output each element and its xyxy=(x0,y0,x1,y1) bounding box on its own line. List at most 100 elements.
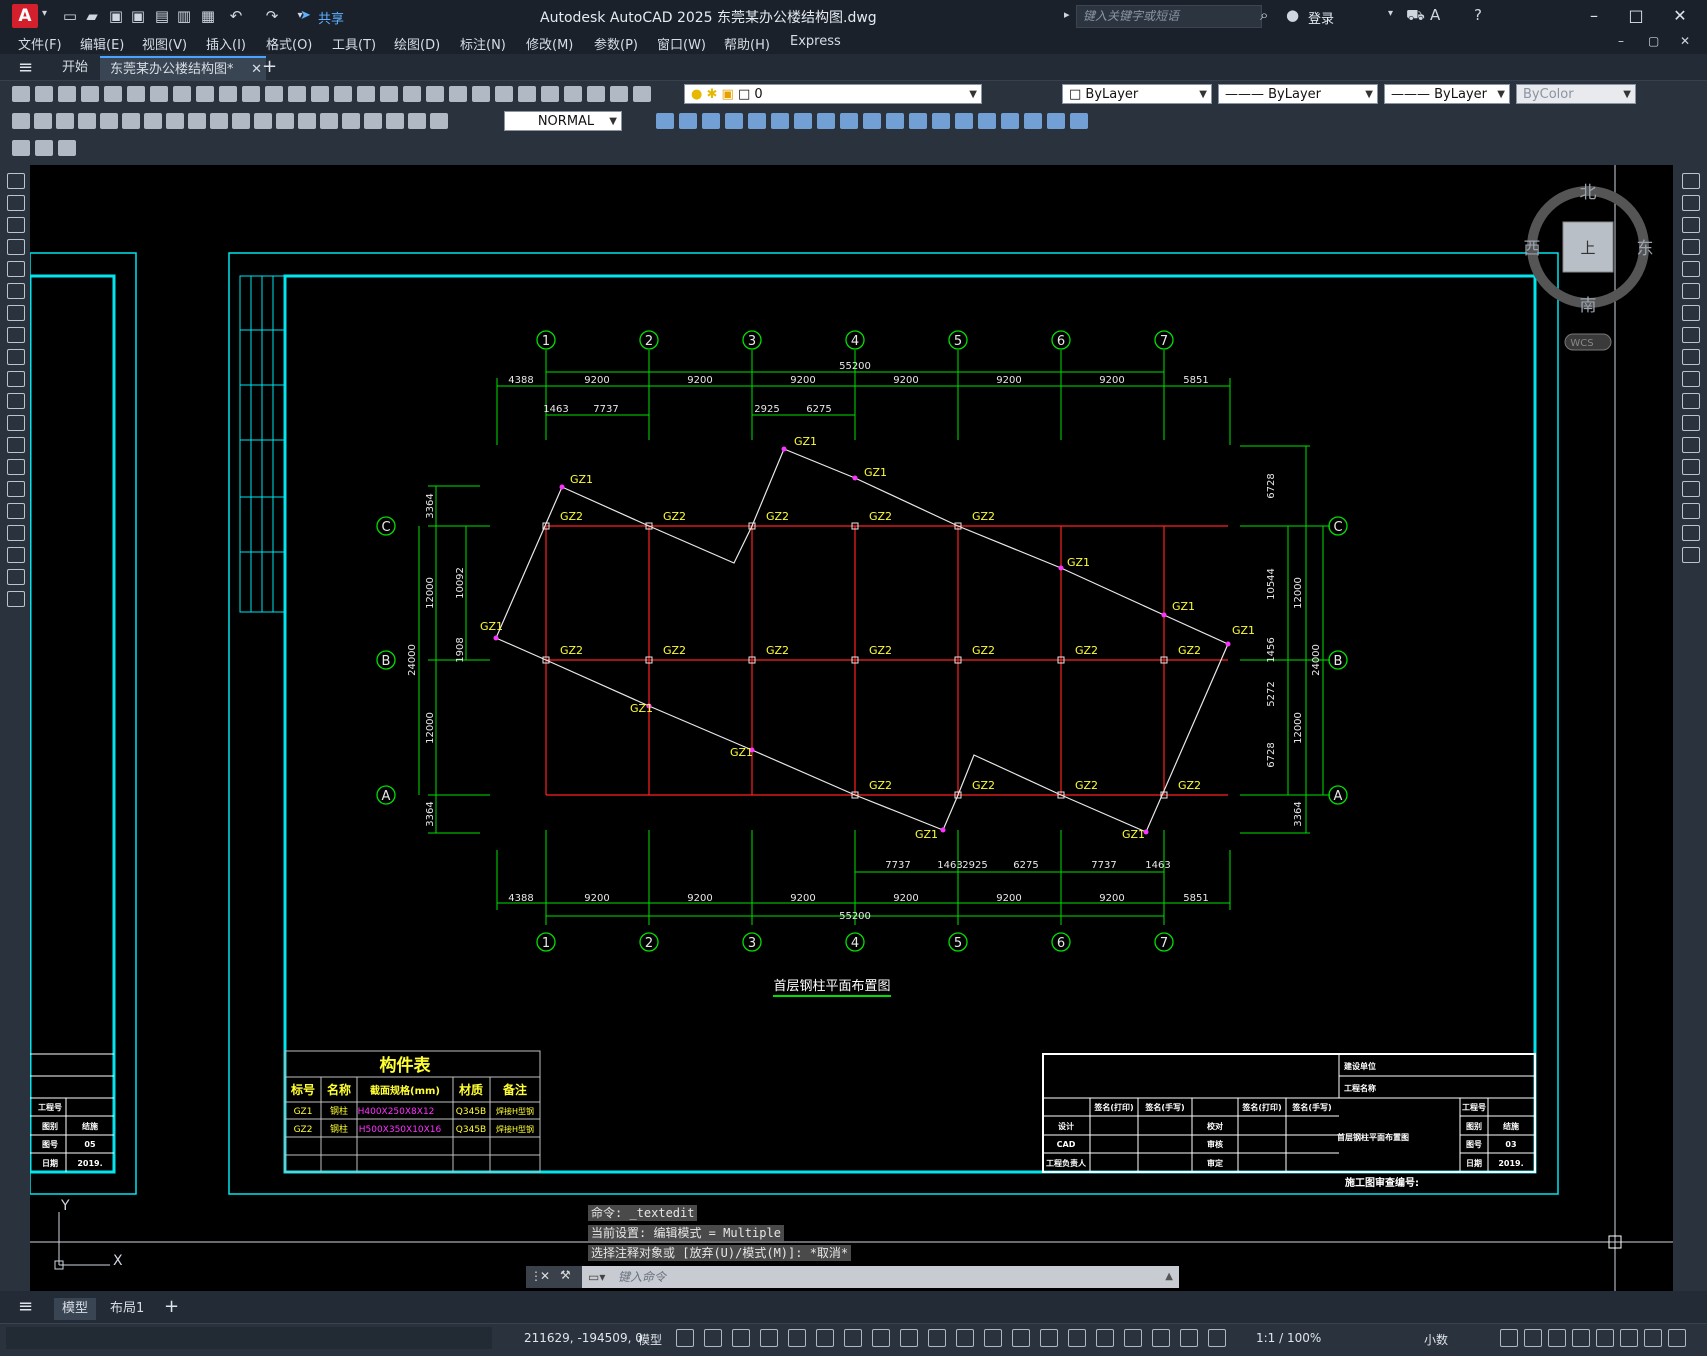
side-tool-icon[interactable] xyxy=(1682,305,1700,321)
status-toggle-icon[interactable] xyxy=(788,1329,806,1347)
toolbar-tool-icon[interactable] xyxy=(364,113,382,129)
toolbar-tool-icon[interactable] xyxy=(144,113,162,129)
side-tool-icon[interactable] xyxy=(7,569,25,585)
toolbar-tool-icon[interactable] xyxy=(210,113,228,129)
menu-dimension[interactable]: 标注(N) xyxy=(460,34,506,53)
side-tool-icon[interactable] xyxy=(7,371,25,387)
doc-restore-icon[interactable]: ▢ xyxy=(1648,34,1659,48)
toolbar-tool-icon[interactable] xyxy=(342,113,360,129)
toolbar-tool-icon[interactable] xyxy=(978,113,996,129)
save-icon[interactable]: ▣ xyxy=(106,6,126,26)
menu-format[interactable]: 格式(O) xyxy=(266,34,312,53)
toolbar-tool-icon[interactable] xyxy=(656,113,674,129)
share-arrow-icon[interactable]: ➤ xyxy=(300,8,311,23)
menu-express[interactable]: Express xyxy=(790,34,841,49)
side-tool-icon[interactable] xyxy=(1682,547,1700,563)
side-tool-icon[interactable] xyxy=(1682,261,1700,277)
model-space-button[interactable]: 模型 xyxy=(638,1331,662,1348)
toolbar-tool-icon[interactable] xyxy=(587,86,605,102)
status-toggle-icon[interactable] xyxy=(1152,1329,1170,1347)
toolbar-tool-icon[interactable] xyxy=(932,113,950,129)
toolbar-tool-icon[interactable] xyxy=(564,86,582,102)
toolbar-tool-icon[interactable] xyxy=(702,113,720,129)
side-tool-icon[interactable] xyxy=(7,173,25,189)
login-dropdown-icon[interactable]: ▾ xyxy=(1388,8,1393,19)
coordinates-readout[interactable]: 211629, -194509, 0 xyxy=(524,1331,643,1345)
toolbar-tool-icon[interactable] xyxy=(679,113,697,129)
toolbar-tool-icon[interactable] xyxy=(100,113,118,129)
toolbar-tool-icon[interactable] xyxy=(254,113,272,129)
toolbar-tool-icon[interactable] xyxy=(150,86,168,102)
side-tool-icon[interactable] xyxy=(7,305,25,321)
new-file-icon[interactable]: ▭ xyxy=(60,6,80,26)
tab-drawing[interactable]: 东莞某办公楼结构图* ✕ xyxy=(100,56,266,82)
toolbar-tool-icon[interactable] xyxy=(403,86,421,102)
side-tool-icon[interactable] xyxy=(7,261,25,277)
command-input[interactable]: ▭▾ 键入命令 ▲ xyxy=(582,1266,1179,1288)
side-tool-icon[interactable] xyxy=(1682,525,1700,541)
toolbar-tool-icon[interactable] xyxy=(794,113,812,129)
toolbar-tool-icon[interactable] xyxy=(771,113,789,129)
toolbar-tool-icon[interactable] xyxy=(166,113,184,129)
toolbar-tool-icon[interactable] xyxy=(12,86,30,102)
toolbar-tool-icon[interactable] xyxy=(265,86,283,102)
toolbar-tool-icon[interactable] xyxy=(472,86,490,102)
status-toggle-icon[interactable] xyxy=(732,1329,750,1347)
toolbar-tool-icon[interactable] xyxy=(386,113,404,129)
viewcube-west[interactable]: 西 xyxy=(1524,239,1541,259)
toolbar-tool-icon[interactable] xyxy=(817,113,835,129)
toolbar-tool-icon[interactable] xyxy=(173,86,191,102)
toolbar-tool-icon[interactable] xyxy=(449,86,467,102)
add-layout-icon[interactable]: + xyxy=(164,1296,179,1317)
units-dropdown[interactable]: 小数 xyxy=(1424,1331,1448,1348)
status-toggle-icon[interactable] xyxy=(900,1329,918,1347)
toolbar-tool-icon[interactable] xyxy=(35,140,53,156)
side-tool-icon[interactable] xyxy=(1682,173,1700,189)
wrench-icon[interactable]: ⚒ xyxy=(560,1268,571,1282)
toolbar-tool-icon[interactable] xyxy=(426,86,444,102)
toolbar-tool-icon[interactable] xyxy=(311,86,329,102)
save-as-icon[interactable]: ▣ xyxy=(128,6,148,26)
toolbar-tool-icon[interactable] xyxy=(58,140,76,156)
toolbar-tool-icon[interactable] xyxy=(298,113,316,129)
side-tool-icon[interactable] xyxy=(7,327,25,343)
color-dropdown[interactable]: □ ByLayer ▼ xyxy=(1062,84,1212,104)
status-toggle-icon[interactable] xyxy=(984,1329,1002,1347)
toolbar-tool-icon[interactable] xyxy=(430,113,448,129)
toolbar-tool-icon[interactable] xyxy=(81,86,99,102)
side-tool-icon[interactable] xyxy=(7,349,25,365)
viewcube-north[interactable]: 北 xyxy=(1580,183,1597,203)
menu-modify[interactable]: 修改(M) xyxy=(526,34,573,53)
chevron-up-icon[interactable]: ▲ xyxy=(1165,1266,1173,1288)
menu-tools[interactable]: 工具(T) xyxy=(332,34,376,53)
side-tool-icon[interactable] xyxy=(1682,239,1700,255)
toolbar-tool-icon[interactable] xyxy=(748,113,766,129)
toolbar-tool-icon[interactable] xyxy=(232,113,250,129)
toolbar-tool-icon[interactable] xyxy=(104,86,122,102)
hamburger-menu-icon[interactable]: ≡ xyxy=(18,57,33,78)
toolbar-tool-icon[interactable] xyxy=(840,113,858,129)
new-tab-icon[interactable]: + xyxy=(262,56,277,77)
chevron-right-icon[interactable]: ▸ xyxy=(1064,8,1070,21)
side-tool-icon[interactable] xyxy=(1682,481,1700,497)
toolbar-tool-icon[interactable] xyxy=(242,86,260,102)
minimize-icon[interactable]: – xyxy=(1576,4,1612,28)
toolbar-tool-icon[interactable] xyxy=(495,86,513,102)
autodesk-app-icon[interactable]: A xyxy=(1430,6,1440,24)
app-menu-arrow-icon[interactable]: ▾ xyxy=(42,8,47,19)
side-tool-icon[interactable] xyxy=(7,195,25,211)
toolbar-tool-icon[interactable] xyxy=(541,86,559,102)
status-toggle-icon[interactable] xyxy=(1068,1329,1086,1347)
undo-icon[interactable]: ↶ xyxy=(226,6,246,26)
side-tool-icon[interactable] xyxy=(1682,283,1700,299)
side-tool-icon[interactable] xyxy=(1682,349,1700,365)
status-toggle-icon[interactable] xyxy=(1040,1329,1058,1347)
toolbar-tool-icon[interactable] xyxy=(320,113,338,129)
status-toggle-icon[interactable] xyxy=(1096,1329,1114,1347)
user-icon[interactable]: ● xyxy=(1286,6,1299,24)
toolbar-tool-icon[interactable] xyxy=(12,113,30,129)
lineweight-dropdown[interactable]: ——— ByLayer ▼ xyxy=(1384,84,1510,104)
help-icon[interactable]: ? xyxy=(1474,6,1482,24)
toolbar-tool-icon[interactable] xyxy=(633,86,651,102)
side-tool-icon[interactable] xyxy=(1682,217,1700,233)
